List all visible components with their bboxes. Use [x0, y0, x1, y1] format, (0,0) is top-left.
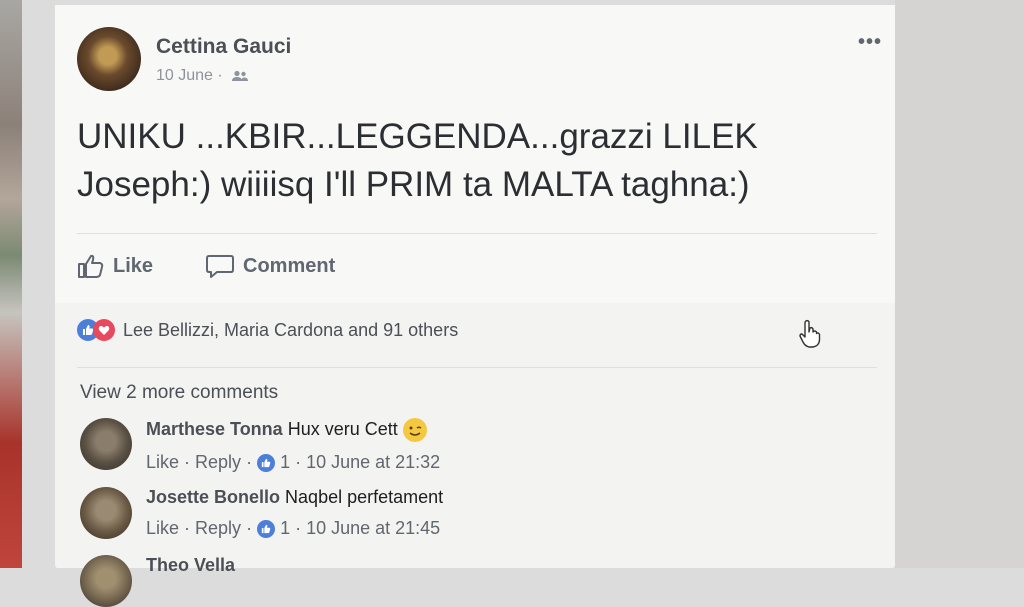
thumbs-up-icon: [78, 254, 104, 278]
post-date[interactable]: 10 June: [156, 67, 213, 84]
comment-timestamp[interactable]: 10 June at 21:32: [306, 452, 440, 473]
commenter-name[interactable]: Josette Bonello: [146, 487, 280, 507]
post-text: UNIKU ...KBIR...LEGGENDA...grazzi LILEK …: [77, 113, 857, 209]
author-name[interactable]: Cettina Gauci: [156, 35, 291, 59]
comment-like-link[interactable]: Like: [146, 518, 179, 539]
background-right-panel: [895, 0, 1024, 568]
commenter-avatar[interactable]: [80, 555, 132, 607]
comment-body: Josette Bonello Naqbel perfetament Like …: [146, 487, 443, 539]
comment-line: Josette Bonello Naqbel perfetament: [146, 487, 443, 508]
comment-text: Naqbel perfetament: [285, 487, 444, 507]
comment-body: Marthese Tonna Hux veru Cett Like · Repl…: [146, 418, 440, 473]
post-meta: 10 June ·: [156, 67, 249, 85]
comment-meta: Like · Reply · 1 · 10 June at 21:32: [146, 452, 441, 473]
comment-meta: Like · Reply · 1 · 10 June at 21:45: [146, 518, 441, 539]
reactions-text[interactable]: Lee Bellizzi, Maria Cardona and 91 other…: [123, 320, 458, 341]
comment-timestamp[interactable]: 10 June at 21:45: [306, 518, 440, 539]
comment-line: Marthese Tonna Hux veru Cett: [146, 418, 440, 442]
commenter-avatar[interactable]: [80, 418, 132, 470]
commenter-name[interactable]: Marthese Tonna: [146, 419, 283, 439]
like-reaction-icon: [257, 453, 276, 472]
view-more-comments-link[interactable]: View 2 more comments: [80, 382, 278, 404]
reactions-summary[interactable]: Lee Bellizzi, Maria Cardona and 91 other…: [77, 319, 458, 341]
comment-line: Theo Vella: [146, 555, 235, 576]
commenter-avatar[interactable]: [80, 487, 132, 539]
comment-label: Comment: [243, 254, 336, 277]
friends-icon[interactable]: [231, 70, 249, 82]
post-card: Cettina Gauci 10 June · ••• UNIKU ...KBI…: [55, 5, 895, 607]
hand-cursor-icon: [799, 319, 821, 348]
post-text-line-2: Joseph:) wiiiisq I'll PRIM ta MALTA tagh…: [77, 165, 750, 204]
like-label: Like: [113, 254, 154, 277]
wink-emoji-icon: [402, 418, 427, 442]
comment-body: Theo Vella: [146, 555, 235, 576]
like-button[interactable]: Like: [77, 253, 153, 279]
comment-like-count[interactable]: 1: [280, 452, 290, 473]
commenter-name[interactable]: Theo Vella: [146, 555, 235, 575]
comment-reply-link[interactable]: Reply: [195, 518, 241, 539]
meta-separator: ·: [217, 67, 223, 84]
like-reaction-icon: [257, 519, 276, 538]
more-options-icon[interactable]: •••: [858, 31, 882, 54]
comment-icon: [206, 255, 234, 278]
divider: [77, 233, 877, 234]
comment-text: Hux veru Cett: [287, 418, 398, 439]
comment-reply-link[interactable]: Reply: [195, 452, 241, 473]
love-reaction-icon: [93, 319, 115, 341]
post-text-line-1: UNIKU ...KBIR...LEGGENDA...grazzi LILEK: [77, 117, 758, 156]
background-left-strip: [0, 0, 22, 568]
author-avatar[interactable]: [77, 27, 141, 91]
comment-button[interactable]: Comment: [205, 253, 335, 279]
comment-like-count[interactable]: 1: [280, 518, 290, 539]
divider: [77, 367, 877, 368]
comment-like-link[interactable]: Like: [146, 452, 179, 473]
